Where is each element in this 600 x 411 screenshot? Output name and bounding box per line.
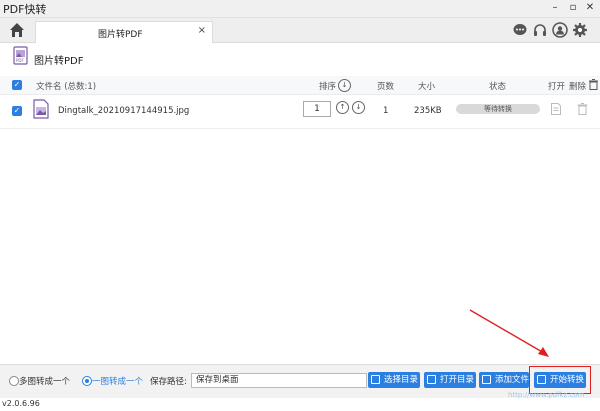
tab-label: 图片转PDF (98, 30, 143, 40)
start-convert-button[interactable]: 开始转换 (534, 372, 586, 388)
choose-directory-button[interactable]: 选择目录 (368, 372, 420, 388)
col-filename: 文件名 (总数:1) (36, 82, 97, 92)
delete-row-icon[interactable] (577, 103, 588, 115)
radio-multi-label: 多图转成一个 (19, 377, 71, 387)
file-size: 235KB (414, 106, 442, 116)
maximize-button[interactable]: ▫ (566, 1, 580, 15)
col-pages: 页数 (377, 82, 395, 92)
minimize-button[interactable]: – (548, 1, 562, 15)
order-input[interactable]: 1 (303, 101, 331, 117)
save-path-label: 保存路径: (150, 377, 187, 387)
radio-multi-to-one[interactable] (9, 376, 19, 386)
delete-all-icon[interactable] (589, 79, 598, 90)
save-path-input[interactable]: 保存到桌面 (191, 373, 367, 388)
close-window-button[interactable]: ✕ (583, 1, 597, 15)
row-checkbox[interactable]: ✓ (12, 106, 22, 116)
arrow-annotation (468, 308, 552, 360)
radio-single-to-one[interactable] (82, 376, 92, 386)
col-open: 打开 (548, 82, 566, 92)
tab-image-to-pdf[interactable]: 图片转PDF × (35, 21, 213, 43)
sort-down-icon[interactable]: ↓ (338, 79, 351, 92)
col-order: 排序 (319, 82, 337, 92)
add-file-button[interactable]: 添加文件 (479, 372, 529, 388)
title-bar (0, 0, 600, 18)
folder-icon (371, 375, 380, 384)
watermark: http://www.pdfkz.com (508, 391, 585, 399)
status-badge: 等待转换 (456, 104, 540, 114)
radio-single-label: 一图转成一个 (92, 377, 144, 387)
col-delete: 删除 (569, 82, 587, 92)
headset-icon[interactable] (532, 22, 548, 38)
image-to-pdf-icon: PDF (13, 46, 29, 65)
home-icon[interactable] (8, 21, 26, 39)
svg-text:PDF: PDF (16, 58, 24, 63)
add-icon (482, 375, 491, 384)
convert-icon (537, 375, 546, 384)
version-label: v2.0.6.96 (2, 399, 40, 408)
gear-icon[interactable] (572, 22, 588, 38)
chat-icon[interactable] (512, 22, 528, 38)
select-all-checkbox[interactable]: ✓ (12, 80, 22, 90)
file-name: Dingtalk_20210917144915.jpg (58, 106, 190, 116)
move-down-icon[interactable]: ↓ (352, 101, 365, 114)
tab-close-icon[interactable]: × (198, 25, 206, 36)
image-file-icon (33, 99, 49, 119)
folder-open-icon (427, 375, 436, 384)
col-size: 大小 (418, 82, 436, 92)
section-title: 图片转PDF (34, 56, 84, 67)
app-title: PDF快转 (3, 3, 47, 16)
open-directory-button[interactable]: 打开目录 (424, 372, 476, 388)
move-up-icon[interactable]: ↑ (336, 101, 349, 114)
open-file-icon[interactable] (551, 103, 561, 115)
col-status: 状态 (489, 82, 507, 92)
user-icon[interactable] (552, 22, 568, 38)
file-pages: 1 (383, 106, 389, 116)
